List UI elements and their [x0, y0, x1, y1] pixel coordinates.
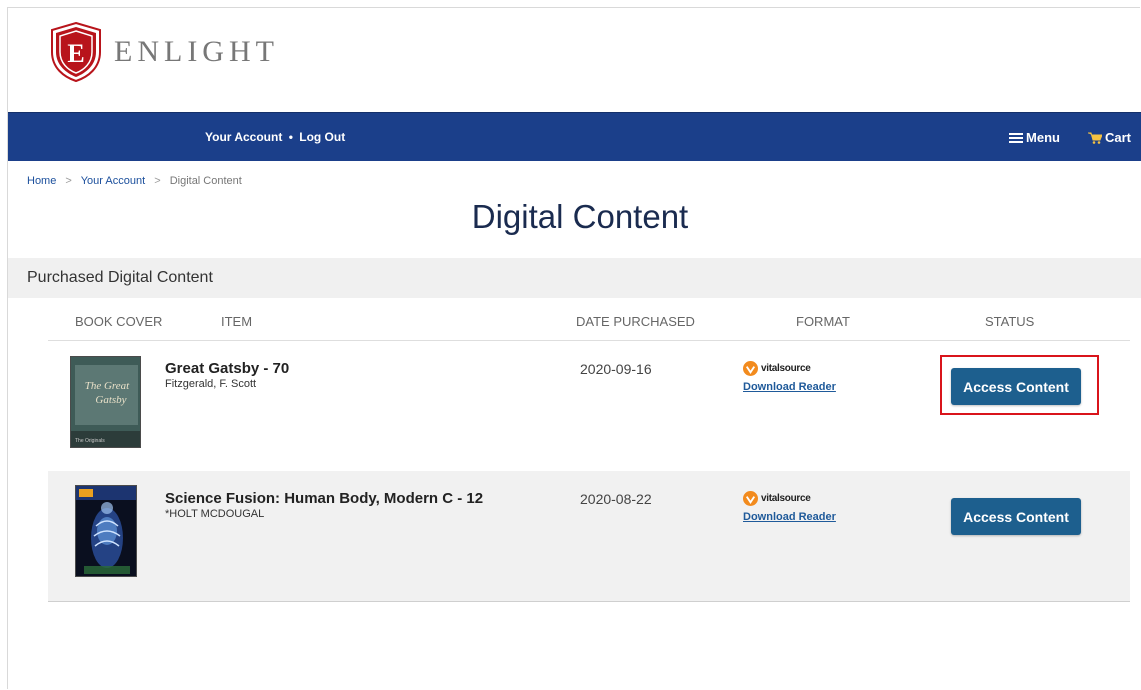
nav-actions: Menu Cart [1009, 113, 1131, 162]
top-navbar: Your Account • Log Out Menu Cart [8, 112, 1141, 161]
nav-separator: • [288, 130, 293, 144]
science-fusion-cover-art [76, 486, 136, 576]
breadcrumb-separator: > [154, 175, 161, 187]
breadcrumb-current: Digital Content [169, 175, 242, 187]
vitalsource-logo: vitalsource [743, 359, 836, 377]
vitalsource-text: vitalsource [761, 362, 811, 374]
page-title: Digital Content [471, 198, 689, 235]
log-out-link[interactable]: Log Out [299, 130, 345, 144]
vitalsource-text: vitalsource [761, 492, 811, 504]
vitalsource-logo: vitalsource [743, 489, 836, 507]
column-header-status: STATUS [985, 314, 1035, 329]
table-header: BOOK COVER ITEM DATE PURCHASED FORMAT ST… [48, 312, 1130, 341]
cover-title-line-2: Gatsby [95, 394, 126, 406]
vitalsource-icon [743, 490, 758, 506]
breadcrumb-your-account[interactable]: Your Account [81, 175, 145, 187]
item-title: Great Gatsby - 70 [165, 360, 290, 377]
access-content-button[interactable]: Access Content [951, 498, 1081, 535]
book-cover-image [75, 485, 137, 577]
column-header-format: FORMAT [796, 314, 850, 329]
your-account-link[interactable]: Your Account [205, 130, 282, 144]
format-cell: vitalsource Download Reader [743, 489, 836, 523]
column-header-item: ITEM [221, 314, 253, 329]
cart-label: Cart [1104, 130, 1131, 145]
format-cell: vitalsource Download Reader [743, 359, 836, 393]
date-purchased: 2020-08-22 [580, 491, 652, 507]
hamburger-icon [1009, 132, 1024, 143]
column-header-book-cover: BOOK COVER [75, 314, 163, 329]
vitalsource-icon [743, 360, 758, 376]
column-header-date-purchased: DATE PURCHASED [576, 314, 695, 329]
gatsby-cover-art: The Great Gatsby The Originals [71, 357, 140, 447]
brand-name: ENLIGHT [114, 35, 279, 68]
logo-letter: E [67, 39, 84, 68]
table-row: Science Fusion: Human Body, Modern C - 1… [48, 471, 1130, 602]
breadcrumb-home[interactable]: Home [27, 175, 56, 187]
table-row: The Great Gatsby The Originals Great Gat… [48, 341, 1130, 471]
menu-label: Menu [1026, 130, 1060, 145]
date-purchased: 2020-09-16 [580, 361, 652, 377]
cart-button[interactable]: Cart [1087, 130, 1131, 145]
item-author: Fitzgerald, F. Scott [165, 378, 257, 390]
breadcrumb-separator: > [65, 175, 72, 187]
account-links: Your Account • Log Out [205, 113, 345, 162]
brand-logo[interactable]: E ENLIGHT [50, 22, 279, 82]
cover-footer: The Originals [75, 438, 105, 444]
download-reader-link[interactable]: Download Reader [743, 511, 836, 523]
access-content-button[interactable]: Access Content [951, 368, 1081, 405]
item-author: *HOLT MCDOUGAL [165, 508, 265, 520]
book-cover-image: The Great Gatsby The Originals [70, 356, 141, 448]
cart-icon [1087, 132, 1102, 144]
breadcrumb: Home > Your Account > Digital Content [27, 175, 242, 187]
shield-logo-icon: E [51, 22, 101, 82]
item-title: Science Fusion: Human Body, Modern C - 1… [165, 490, 484, 507]
cover-title-line-1: The Great [85, 380, 130, 392]
section-header: Purchased Digital Content [8, 258, 1141, 298]
download-reader-link[interactable]: Download Reader [743, 381, 836, 393]
menu-button[interactable]: Menu [1009, 130, 1060, 145]
